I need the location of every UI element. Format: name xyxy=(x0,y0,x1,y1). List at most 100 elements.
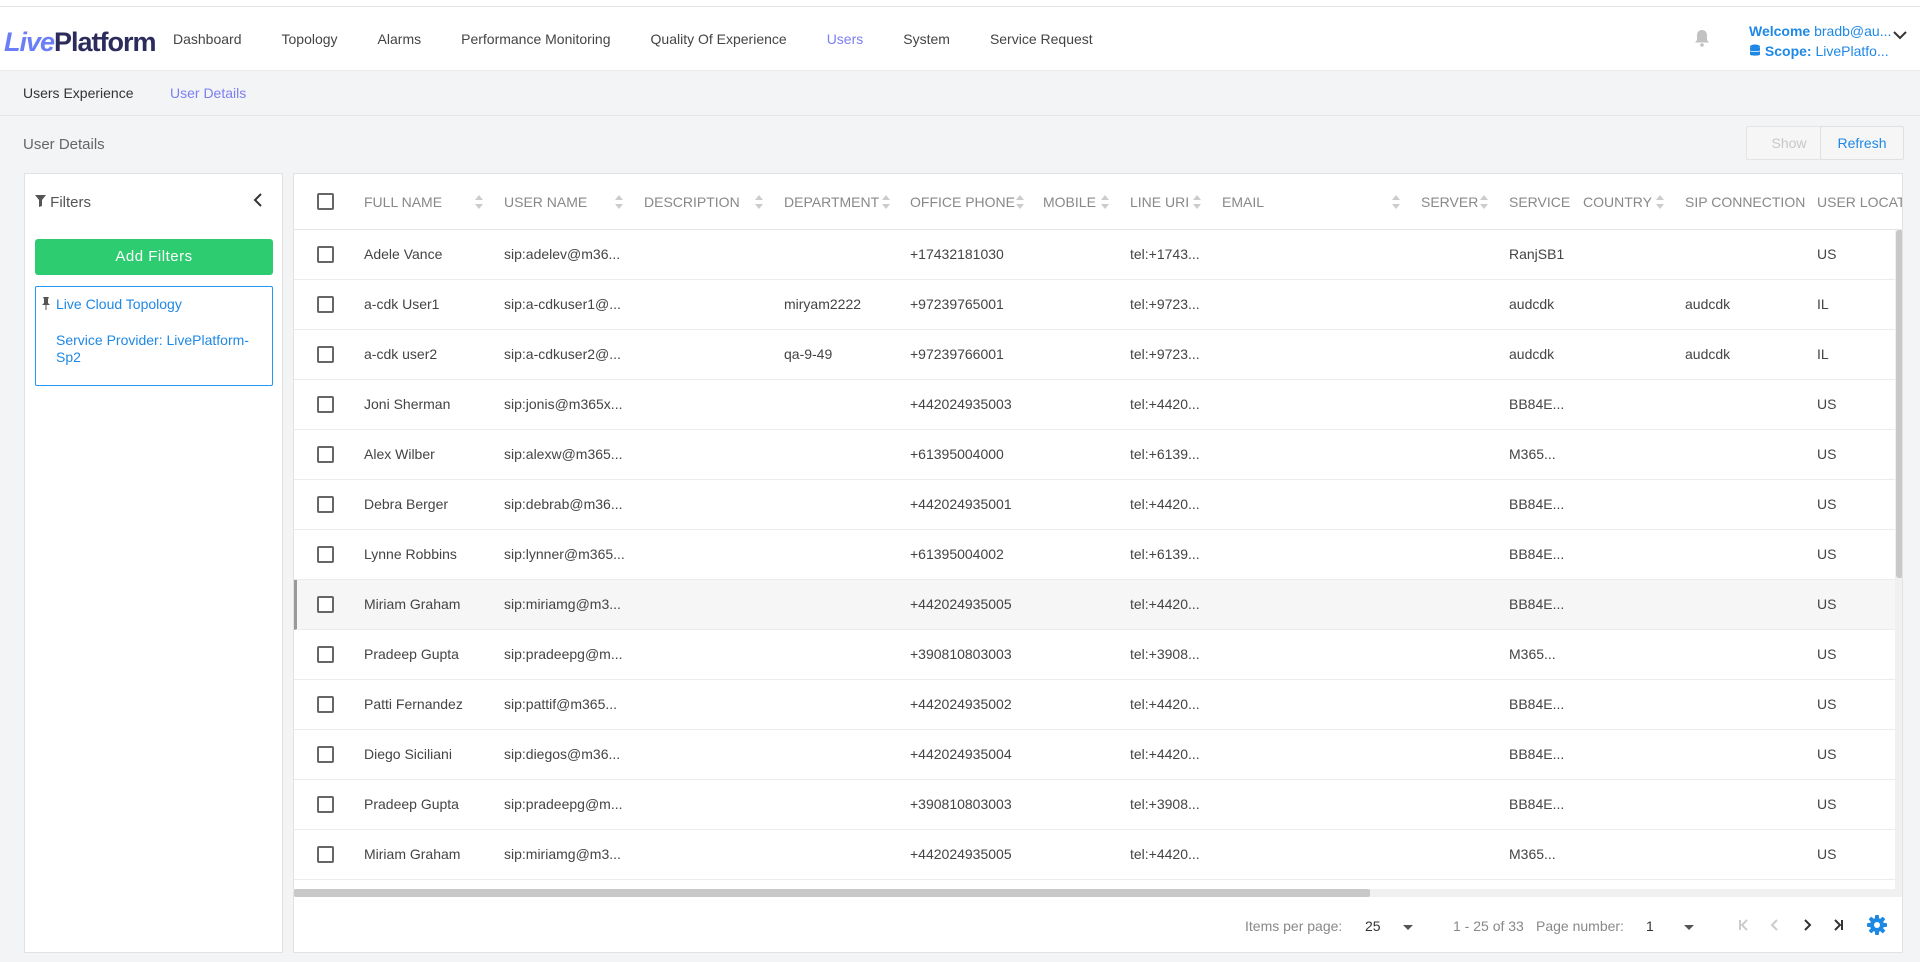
col-email[interactable]: EMAIL xyxy=(1222,194,1264,210)
chevron-down-icon[interactable] xyxy=(1893,31,1907,40)
sort-icon[interactable] xyxy=(1016,195,1024,209)
col-country[interactable]: COUNTRY xyxy=(1583,194,1652,210)
table-row[interactable]: Miriam Graham sip:miriamg@m3... +4420249… xyxy=(294,830,1902,880)
sort-icon[interactable] xyxy=(1392,195,1400,209)
cell-line-uri: tel:+4420... xyxy=(1130,396,1200,412)
row-checkbox[interactable] xyxy=(317,746,334,763)
row-checkbox[interactable] xyxy=(317,546,334,563)
row-checkbox[interactable] xyxy=(317,396,334,413)
nav-quality-of-experience[interactable]: Quality Of Experience xyxy=(651,31,787,47)
pin-icon[interactable] xyxy=(41,297,51,310)
cell-user-name: sip:debrab@m36... xyxy=(504,496,623,512)
col-sip-connection[interactable]: SIP CONNECTION xyxy=(1685,194,1805,210)
sort-icon[interactable] xyxy=(1480,195,1488,209)
subnav-user-details[interactable]: User Details xyxy=(170,85,246,101)
row-checkbox[interactable] xyxy=(317,246,334,263)
col-server[interactable]: SERVER xyxy=(1421,194,1478,210)
col-full-name[interactable]: FULL NAME xyxy=(364,194,442,210)
row-checkbox[interactable] xyxy=(317,596,334,613)
prev-page-icon[interactable] xyxy=(1766,916,1784,934)
row-checkbox[interactable] xyxy=(317,346,334,363)
sort-icon[interactable] xyxy=(1101,195,1109,209)
horizontal-scrollbar[interactable] xyxy=(294,889,1902,897)
nav-system[interactable]: System xyxy=(903,31,950,47)
horizontal-scrollbar-thumb[interactable] xyxy=(294,889,1370,897)
row-checkbox[interactable] xyxy=(317,496,334,513)
table-row[interactable]: Adele Vance sip:adelev@m36... +174321810… xyxy=(294,230,1902,280)
cell-user-name: sip:pradeepg@m... xyxy=(504,646,623,662)
sort-icon[interactable] xyxy=(882,195,890,209)
row-checkbox[interactable] xyxy=(317,696,334,713)
table-row[interactable]: Debra Berger sip:debrab@m36... +44202493… xyxy=(294,480,1902,530)
cell-full-name: Alex Wilber xyxy=(364,446,435,462)
col-user-name[interactable]: USER NAME xyxy=(504,194,587,210)
table-row[interactable]: Lynne Robbins sip:lynner@m365... +613950… xyxy=(294,530,1902,580)
cell-office-phone: +442024935005 xyxy=(910,596,1012,612)
table-row[interactable]: Pradeep Gupta sip:pradeepg@m... +3908108… xyxy=(294,780,1902,830)
next-page-icon[interactable] xyxy=(1798,916,1816,934)
first-page-icon[interactable] xyxy=(1735,916,1753,934)
col-line-uri[interactable]: LINE URI xyxy=(1130,194,1189,210)
row-checkbox[interactable] xyxy=(317,646,334,663)
chevron-down-icon[interactable] xyxy=(1403,925,1413,930)
table-row[interactable]: a-cdk user2 sip:a-cdkuser2@... qa-9-49 +… xyxy=(294,330,1902,380)
table-row[interactable]: Diego Siciliani sip:diegos@m36... +44202… xyxy=(294,730,1902,780)
cell-line-uri: tel:+4420... xyxy=(1130,846,1200,862)
topology-filter-card[interactable]: Live Cloud Topology Service Provider: Li… xyxy=(35,286,273,386)
nav-dashboard[interactable]: Dashboard xyxy=(173,31,242,47)
sort-icon[interactable] xyxy=(475,195,483,209)
add-filters-button[interactable]: Add Filters xyxy=(35,239,273,275)
col-description[interactable]: DESCRIPTION xyxy=(644,194,740,210)
cell-service: M365... xyxy=(1509,646,1556,662)
sort-icon[interactable] xyxy=(755,195,763,209)
nav-service-request[interactable]: Service Request xyxy=(990,31,1093,47)
nav-performance-monitoring[interactable]: Performance Monitoring xyxy=(461,31,610,47)
cell-user-location: US xyxy=(1817,746,1837,762)
row-checkbox[interactable] xyxy=(317,296,334,313)
items-per-page-select[interactable]: 25 xyxy=(1365,918,1381,934)
col-user-location[interactable]: USER LOCATI xyxy=(1817,194,1902,210)
user-info[interactable]: Welcome bradb@au... Scope: LivePlatfo... xyxy=(1749,21,1891,61)
col-service[interactable]: SERVICE xyxy=(1509,194,1570,210)
subnav-users-experience[interactable]: Users Experience xyxy=(23,85,134,101)
cell-user-name: sip:adelev@m36... xyxy=(504,246,621,262)
table-row[interactable]: Alex Wilber sip:alexw@m365... +613950040… xyxy=(294,430,1902,480)
row-checkbox[interactable] xyxy=(317,446,334,463)
sort-icon[interactable] xyxy=(615,195,623,209)
welcome-value: bradb@au... xyxy=(1814,23,1892,39)
page-number-label: Page number: xyxy=(1536,918,1624,934)
col-department[interactable]: DEPARTMENT xyxy=(784,194,879,210)
table-row[interactable]: Miriam Graham sip:miriamg@m3... +4420249… xyxy=(294,580,1902,630)
app-logo[interactable]: LivePlatform xyxy=(4,27,157,58)
chevron-down-icon[interactable] xyxy=(1684,925,1694,930)
sort-icon[interactable] xyxy=(1193,195,1201,209)
vertical-scrollbar[interactable] xyxy=(1895,230,1902,889)
row-checkbox[interactable] xyxy=(317,846,334,863)
cell-full-name: Miriam Graham xyxy=(364,596,461,612)
page-number-select[interactable]: 1 xyxy=(1646,918,1654,934)
col-mobile[interactable]: MOBILE xyxy=(1043,194,1096,210)
gear-icon[interactable] xyxy=(1866,914,1888,936)
row-checkbox[interactable] xyxy=(317,796,334,813)
cell-service: BB84E... xyxy=(1509,396,1565,412)
cell-line-uri: tel:+6139... xyxy=(1130,546,1200,562)
table-row[interactable]: Patti Fernandez sip:pattif@m365... +4420… xyxy=(294,680,1902,730)
filters-header: Filters xyxy=(35,194,91,211)
vertical-scrollbar-thumb[interactable] xyxy=(1896,230,1902,578)
sort-icon[interactable] xyxy=(1656,195,1664,209)
table-row[interactable]: Joni Sherman sip:jonis@m365x... +4420249… xyxy=(294,380,1902,430)
last-page-icon[interactable] xyxy=(1829,916,1847,934)
select-all-checkbox[interactable] xyxy=(317,193,334,210)
logo-platform-text: Platform xyxy=(54,27,157,57)
chevron-left-icon[interactable] xyxy=(253,192,263,208)
refresh-button[interactable]: Refresh xyxy=(1820,126,1904,160)
nav-users[interactable]: Users xyxy=(827,31,864,47)
cell-full-name: Patti Fernandez xyxy=(364,696,463,712)
col-office-phone[interactable]: OFFICE PHONE xyxy=(910,194,1015,210)
nav-alarms[interactable]: Alarms xyxy=(378,31,422,47)
cell-line-uri: tel:+3908... xyxy=(1130,646,1200,662)
table-row[interactable]: Pradeep Gupta sip:pradeepg@m... +3908108… xyxy=(294,630,1902,680)
table-row[interactable]: a-cdk User1 sip:a-cdkuser1@... miryam222… xyxy=(294,280,1902,330)
nav-topology[interactable]: Topology xyxy=(282,31,338,47)
bell-icon[interactable] xyxy=(1694,29,1710,47)
